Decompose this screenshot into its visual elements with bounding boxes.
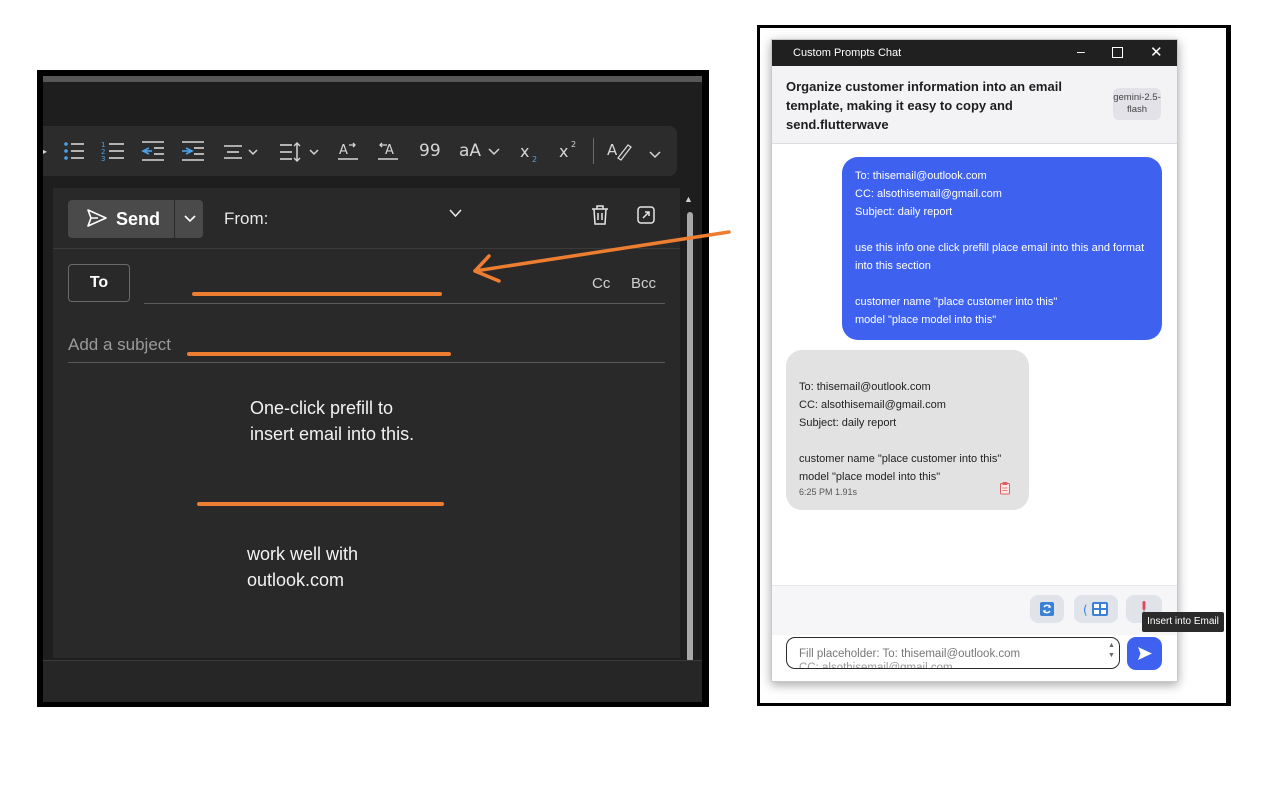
numbering-icon[interactable]: 1 2 3 [101, 140, 125, 162]
minimize-icon[interactable]: – [1077, 43, 1085, 59]
subject-underline [68, 362, 665, 363]
prompt-header: Organize customer information into an em… [772, 66, 1177, 144]
annotation-note-compat: work well with outlook.com [247, 544, 359, 590]
font-case-icon[interactable]: aA [459, 126, 481, 176]
outlook-compose-window: ▸ 1 2 3 A A 99 aA x 2 x 2 A Send From: T… [37, 70, 709, 707]
send-options-button[interactable] [174, 200, 204, 238]
message-input[interactable]: Fill placeholder: To: thisemail@outlook.… [786, 637, 1120, 669]
user-message: To: thisemail@outlook.com CC: alsothisem… [842, 157, 1162, 340]
svg-text:2: 2 [571, 140, 576, 149]
refresh-icon [1040, 602, 1054, 616]
fill-placeholder-button[interactable]: ( [1074, 595, 1118, 623]
placeholder-icon: ( [1083, 602, 1108, 617]
annotation-arrow-icon [473, 230, 731, 283]
title-bar: Custom Prompts Chat – ✕ [772, 40, 1177, 66]
font-case-chevron-icon[interactable] [488, 148, 500, 156]
assistant-message: To: thisemail@outlook.com CC: alsothisem… [786, 350, 1029, 510]
window-title: Custom Prompts Chat [793, 47, 902, 59]
bullets-icon[interactable] [63, 140, 85, 162]
styles-icon[interactable]: A [606, 139, 632, 163]
toolbar-divider [593, 138, 594, 164]
input-area: Fill placeholder: To: thisemail@outlook.… [772, 635, 1177, 681]
message-list[interactable]: To: thisemail@outlook.com CC: alsothisem… [772, 144, 1177, 584]
svg-text:3: 3 [101, 155, 105, 162]
increase-indent-icon[interactable] [181, 140, 205, 162]
window-top-strip [43, 76, 702, 82]
action-bar: ( [772, 585, 1177, 636]
from-dropdown-icon[interactable] [449, 209, 462, 218]
assistant-message-text: To: thisemail@outlook.com CC: alsothisem… [799, 381, 1002, 483]
send-button-group: Send [68, 200, 203, 238]
svg-text:(: ( [1083, 603, 1088, 617]
subject-input[interactable]: Add a subject [68, 335, 171, 355]
chat-screenshot-frame: Custom Prompts Chat – ✕ Organize custome… [757, 25, 1231, 706]
from-label[interactable]: From: [224, 209, 268, 229]
decrease-indent-icon[interactable] [141, 140, 165, 162]
svg-text:A: A [339, 143, 348, 158]
svg-text:2: 2 [532, 155, 537, 164]
send-button[interactable]: Send [68, 200, 172, 238]
align-icon[interactable] [223, 143, 261, 161]
svg-text:x: x [559, 142, 568, 161]
superscript-icon[interactable]: x 2 [558, 138, 580, 162]
discard-icon[interactable] [590, 204, 610, 226]
outlook-compose-surface: ▸ 1 2 3 A A 99 aA x 2 x 2 A Send From: T… [43, 76, 702, 702]
quote-icon[interactable]: 99 [419, 126, 441, 176]
svg-text:A: A [607, 141, 618, 159]
compose-footer [43, 660, 702, 702]
scroll-up-icon[interactable]: ▲ [684, 194, 693, 204]
chat-window: Custom Prompts Chat – ✕ Organize custome… [771, 39, 1178, 682]
input-line-2: CC: alsothisemail@gmail.com [799, 662, 953, 669]
prompt-title: Organize customer information into an em… [786, 79, 1062, 132]
insert-into-email-tooltip: Insert into Email [1142, 612, 1224, 632]
subscript-icon[interactable]: x 2 [519, 140, 541, 164]
send-message-button[interactable] [1127, 637, 1162, 670]
annotation-underline-body [197, 502, 444, 506]
chevron-down-icon [184, 215, 196, 223]
model-badge[interactable]: gemini-2.5-flash [1113, 88, 1161, 120]
annotation-underline-subject [187, 352, 451, 356]
regenerate-button[interactable] [1030, 595, 1064, 623]
send-label: Send [116, 209, 161, 229]
copy-icon[interactable] [999, 481, 1011, 495]
toolbar-scroll-left-icon[interactable]: ▸ [43, 126, 47, 176]
more-icon[interactable] [649, 151, 661, 159]
formatting-toolbar: ▸ 1 2 3 A A 99 aA x 2 x 2 A [43, 126, 677, 176]
maximize-icon[interactable] [1112, 47, 1123, 58]
annotation-underline-to [192, 292, 442, 296]
send-arrow-icon [1138, 647, 1152, 660]
close-icon[interactable]: ✕ [1150, 43, 1163, 61]
svg-text:x: x [520, 142, 529, 161]
to-button[interactable]: To [68, 264, 130, 302]
paragraph-ltr-icon[interactable]: A [337, 140, 359, 162]
paragraph-rtl-icon[interactable]: A [377, 140, 399, 162]
input-line-1: Fill placeholder: To: thisemail@outlook.… [799, 648, 1021, 660]
input-spinner-icon[interactable]: ▲ ▼ [1108, 641, 1115, 661]
to-field[interactable] [144, 303, 665, 304]
message-meta: 6:25 PM 1.91s [799, 487, 858, 497]
send-icon [87, 209, 107, 227]
annotation-note-prefill: One-click prefill to insert email into t… [250, 398, 415, 444]
line-spacing-icon[interactable] [279, 141, 321, 163]
chat-frame-inner: Custom Prompts Chat – ✕ Organize custome… [760, 28, 1226, 703]
pop-out-icon[interactable] [636, 205, 656, 225]
